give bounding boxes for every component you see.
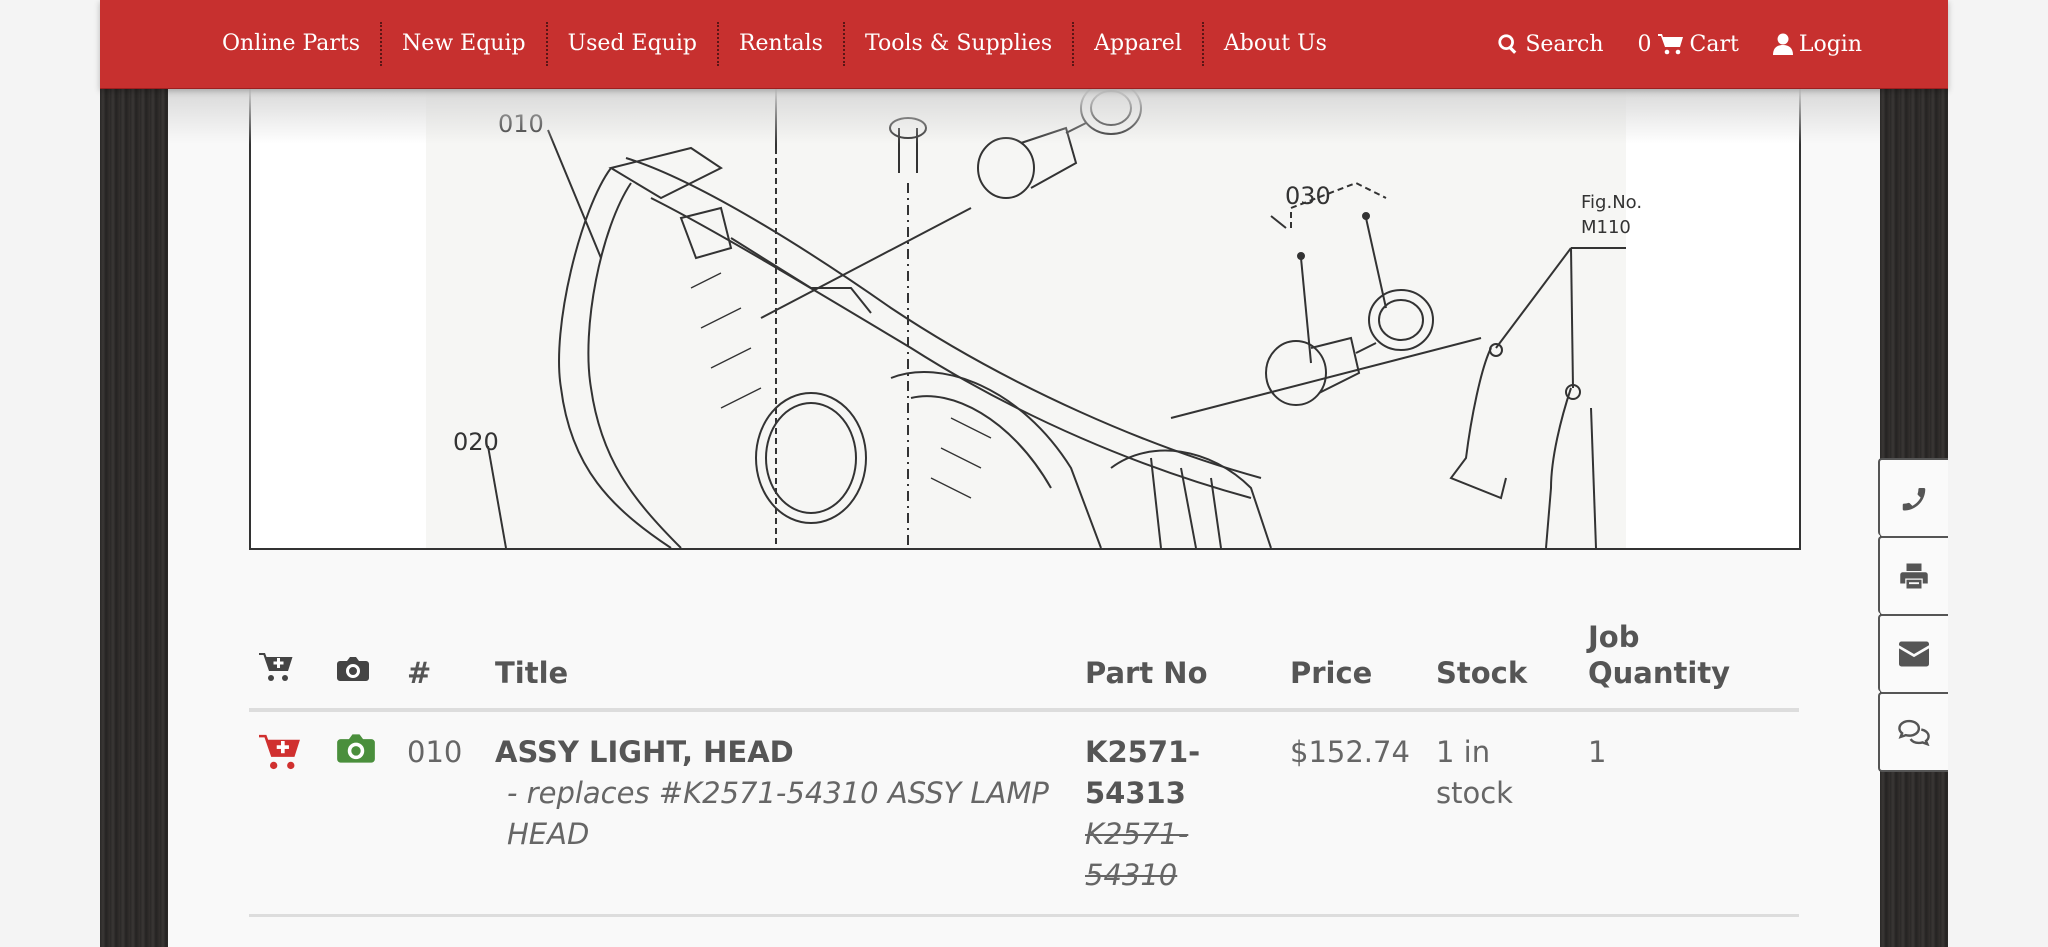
fig-label-line1: Fig.No. [1581,192,1642,213]
table-row: 010 ASSY LIGHT, HEAD - replaces #K2571-5… [249,710,1799,917]
old-part-number-line2: 54310 [1085,858,1178,892]
header-photo-cell [327,620,397,712]
row-title-cell: ASSY LIGHT, HEAD - replaces #K2571-54310… [485,710,1075,917]
login-label: Login [1798,31,1862,57]
nav-item-tools-supplies[interactable]: Tools & Supplies [845,22,1075,66]
cart-label: Cart [1689,31,1739,57]
view-photo-button[interactable] [337,732,375,765]
row-stock-cell: 1 in stock [1426,710,1578,917]
row-job-quantity: 1 [1578,710,1799,917]
part-number-line2: 54313 [1085,776,1186,810]
callout-030: 030 [1285,182,1331,210]
fig-label-line2: M110 [1581,217,1631,238]
cart-plus-icon [259,653,293,681]
headlight-diagram-illustration: 010 020 030 Fig.No. M110 [426,88,1642,548]
header-job-quantity: Job Quantity [1578,620,1799,712]
chat-icon [1898,719,1930,746]
parts-table: # Title Part No Price Stock Job Quantity… [249,620,1799,917]
row-cart-cell [249,710,327,917]
nav-item-rentals[interactable]: Rentals [719,22,845,66]
top-navbar: Online Parts New Equip Used Equip Rental… [100,0,1948,89]
header-job-quantity-line2: Quantity [1588,656,1731,690]
row-price: $152.74 [1280,710,1426,917]
callout-020: 020 [453,428,499,456]
nav-item-apparel[interactable]: Apparel [1074,22,1204,66]
header-number: # [397,620,485,712]
side-toolbar [1878,458,1948,772]
row-subtitle: - replaces #K2571-54310 ASSY LAMP HEAD [507,776,1049,851]
header-stock: Stock [1426,620,1578,712]
header-part-no: Part No [1075,620,1280,712]
nav-menu: Online Parts New Equip Used Equip Rental… [202,0,1347,88]
login-link[interactable]: Login [1772,31,1862,57]
cart-icon [1657,34,1683,55]
cart-link[interactable]: 0 Cart [1638,32,1739,57]
row-title[interactable]: ASSY LIGHT, HEAD [495,732,1065,773]
old-part-number-line1: K2571- [1085,817,1189,851]
call-button[interactable] [1878,458,1948,536]
envelope-icon [1899,641,1929,667]
print-icon [1900,563,1928,589]
part-number-line1: K2571- [1085,735,1201,769]
search-link[interactable]: Search [1497,31,1604,57]
nav-item-about-us[interactable]: About Us [1204,22,1347,66]
email-button[interactable] [1878,614,1948,692]
parts-diagram: 010 020 030 Fig.No. M110 [249,88,1801,550]
cart-count: 0 [1637,31,1652,57]
add-to-cart-button[interactable] [259,732,303,772]
row-stock-line2: stock [1436,776,1513,810]
header-price: Price [1280,620,1426,712]
table-header-row: # Title Part No Price Stock Job Quantity [249,620,1799,712]
row-photo-cell [327,710,397,917]
row-stock-line1: 1 in [1436,735,1491,769]
header-job-quantity-line1: Job [1588,620,1640,654]
nav-item-online-parts[interactable]: Online Parts [202,22,383,66]
row-number: 010 [397,710,485,917]
print-button[interactable] [1878,536,1948,614]
user-icon [1772,33,1793,55]
camera-icon [337,657,369,681]
search-label: Search [1525,31,1604,57]
row-part-no-cell: K2571- 54313 K2571- 54310 [1075,710,1280,917]
header-title: Title [485,620,1075,712]
callout-010: 010 [498,110,544,138]
search-icon [1498,34,1517,54]
phone-icon [1902,488,1926,511]
nav-item-used-equip[interactable]: Used Equip [548,22,719,66]
nav-actions: Search 0 Cart Login [1497,0,1862,88]
nav-item-new-equip[interactable]: New Equip [382,22,548,66]
header-cart-cell [249,620,327,712]
chat-button[interactable] [1878,692,1948,772]
